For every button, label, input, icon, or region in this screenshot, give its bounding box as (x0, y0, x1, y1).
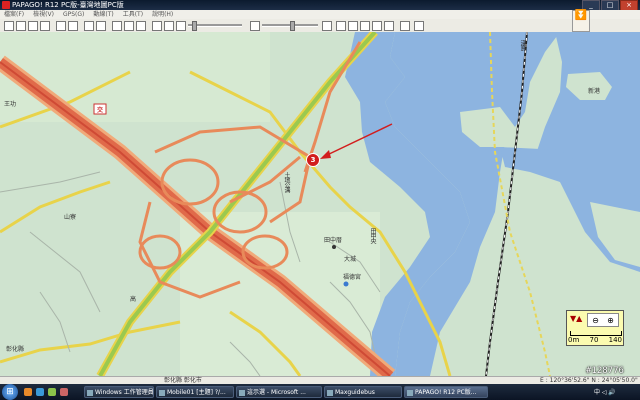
start-button[interactable]: ⊞ (2, 384, 18, 400)
zoom-area-icon[interactable] (336, 21, 346, 31)
scale-tick: 70 (589, 336, 599, 344)
media-icon[interactable] (60, 388, 68, 396)
scale-panel: ▼▲ ⊖ ⊕ 0m 70 140 (566, 310, 624, 346)
map-label: 王功 (4, 101, 17, 108)
zoom-control: ⊖ ⊕ (587, 313, 619, 327)
stop-icon[interactable] (176, 21, 186, 31)
pan-icon[interactable] (348, 21, 358, 31)
firefox-icon[interactable] (24, 388, 32, 396)
map-canvas (0, 32, 640, 376)
menu-help[interactable]: 說明(H) (152, 10, 173, 19)
scale-tick: 0m (568, 336, 580, 344)
town-marker (332, 245, 336, 249)
fullscreen-icon[interactable] (400, 21, 410, 31)
scale-tick: 140 (608, 336, 622, 344)
taskbar-item[interactable]: 這示選 - Microsoft ... (236, 386, 322, 398)
zoom-out-icon[interactable] (250, 21, 260, 31)
menu-tools[interactable]: 工具(T) (123, 10, 143, 19)
menu-gps[interactable]: GPS(G) (63, 10, 84, 19)
taskbar-item[interactable]: Mobile01 [主題] ?/... (156, 386, 234, 398)
zoom-in-button[interactable]: ⊕ (607, 316, 614, 325)
ie-icon[interactable] (36, 388, 44, 396)
folder-icon[interactable] (28, 21, 38, 31)
scale-labels: 0m 70 140 (568, 336, 622, 344)
app-icon (2, 1, 10, 9)
play-icon[interactable] (152, 21, 162, 31)
pause-icon[interactable] (164, 21, 174, 31)
measure-icon[interactable] (384, 21, 394, 31)
map-view[interactable]: 王功 山寮 田中厝 大城 福德宮 田中央 土地公溝 新港 彰化縣 高 漢寶 交 … (0, 32, 640, 376)
record-icon[interactable] (136, 21, 146, 31)
preview-icon[interactable] (68, 21, 78, 31)
rotate-icon[interactable] (372, 21, 382, 31)
speed-slider-thumb[interactable] (192, 21, 197, 31)
menu-file[interactable]: 檔案(F) (4, 10, 24, 19)
gps-icon[interactable] (112, 21, 122, 31)
system-tray[interactable]: 中 ◁ 🔊 (594, 387, 616, 396)
map-label: 漢寶 (519, 40, 526, 50)
taskbar: ⊞ Windows 工作管理員 Mobile01 [主題] ?/... 這示選 … (0, 384, 640, 400)
map-label: 田中厝 (324, 237, 343, 244)
map-label: 新港 (588, 88, 601, 95)
compass-icon[interactable]: ▼▲ (570, 314, 582, 323)
zoom-slider-thumb[interactable] (290, 21, 295, 31)
title-bar: PAPAGO! R12 PC版-臺灣地圖PC版 _ □ × (0, 0, 640, 11)
track-icon[interactable] (124, 21, 134, 31)
desktop-icon[interactable] (48, 388, 56, 396)
map-label: 福德宮 (343, 274, 362, 281)
map-label: 彰化縣 (6, 346, 25, 353)
map-label: 土地公溝 (283, 172, 290, 192)
save-icon[interactable] (40, 21, 50, 31)
window-controls: _ □ × (582, 0, 638, 11)
highway-shield-icon[interactable]: 3 (306, 153, 320, 167)
map-label: 高 (130, 296, 137, 303)
map-label: 山寮 (64, 214, 77, 221)
fit-icon[interactable] (414, 21, 424, 31)
hand-icon[interactable] (360, 21, 370, 31)
land-patch (0, 32, 270, 122)
menu-bar: 檔案(F) 檢視(V) GPS(G) 動線(T) 工具(T) 說明(H) (0, 10, 640, 19)
map-label: 田中央 (369, 228, 376, 243)
navigation-arrow-icon[interactable]: ⏬ (572, 10, 590, 32)
route-icon[interactable] (84, 21, 94, 31)
taskbar-item[interactable]: Maxguidebus (324, 386, 402, 398)
taskbar-item[interactable]: PAPAGO! R12 PC版... (404, 386, 488, 398)
map-label: 大城 (344, 256, 357, 263)
layer-icon[interactable] (96, 21, 106, 31)
watermark: #128776 (586, 366, 624, 376)
taskbar-item[interactable]: Windows 工作管理員 (84, 386, 154, 398)
open-icon[interactable] (4, 21, 14, 31)
interchange-marker-label: 交 (97, 107, 104, 114)
print-icon[interactable] (56, 21, 66, 31)
menu-view[interactable]: 檢視(V) (33, 10, 54, 19)
new-icon[interactable] (16, 21, 26, 31)
temple-marker (343, 281, 349, 287)
window-title: PAPAGO! R12 PC版-臺灣地圖PC版 (12, 1, 124, 9)
zoom-out-button[interactable]: ⊖ (592, 316, 599, 325)
zoom-in-icon[interactable] (322, 21, 332, 31)
menu-route[interactable]: 動線(T) (93, 10, 113, 19)
toolbar (0, 19, 640, 33)
